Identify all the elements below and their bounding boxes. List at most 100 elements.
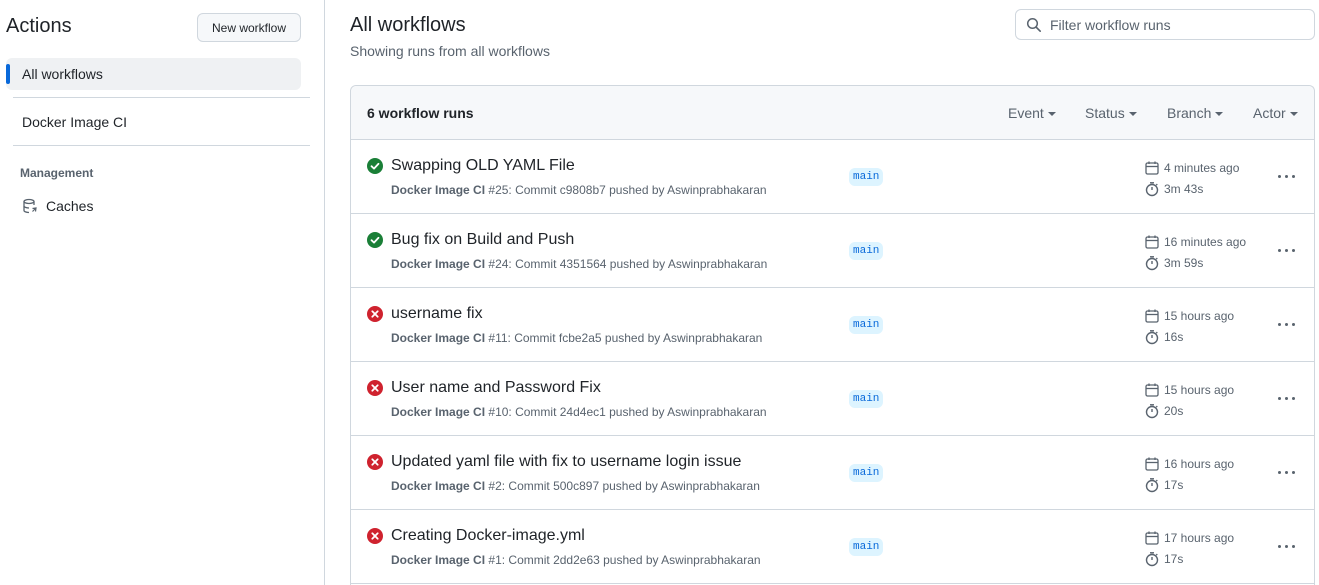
run-duration: 16s xyxy=(1144,329,1183,345)
run-workflow-name: Docker Image CI xyxy=(391,405,486,419)
kebab-menu-icon[interactable] xyxy=(1271,314,1301,334)
sidebar: Actions New workflow All workflows Docke… xyxy=(0,0,325,585)
filter-label: Branch xyxy=(1167,105,1212,121)
filter-label: Actor xyxy=(1253,105,1286,121)
kebab-menu-icon[interactable] xyxy=(1271,536,1301,556)
calendar-icon xyxy=(1145,531,1159,545)
branch-label[interactable]: main xyxy=(849,464,884,482)
sidebar-item-label: Docker Image CI xyxy=(22,114,128,130)
run-workflow-name: Docker Image CI xyxy=(391,479,486,493)
calendar-icon xyxy=(1145,383,1159,397)
stopwatch-icon xyxy=(1145,552,1159,567)
workflow-run-row[interactable]: Creating Docker-image.yml Docker Image CI… xyxy=(351,510,1314,584)
run-timestamp: 16 minutes ago xyxy=(1144,234,1246,250)
calendar-icon xyxy=(1145,235,1159,249)
run-duration: 3m 43s xyxy=(1144,181,1203,197)
run-commit-info: #10: Commit 24d4ec1 pushed by Aswinprabh… xyxy=(488,405,767,419)
stopwatch-icon xyxy=(1145,330,1159,345)
workflow-runs-panel: 6 workflow runs Event Status Branch Acto… xyxy=(350,85,1315,585)
search-input[interactable] xyxy=(1050,16,1300,33)
sidebar-divider xyxy=(13,97,310,98)
run-timestamp: 15 hours ago xyxy=(1144,308,1234,324)
stopwatch-icon xyxy=(1145,404,1159,419)
sidebar-item-caches[interactable]: Caches xyxy=(6,190,301,222)
run-duration: 17s xyxy=(1144,477,1183,493)
sidebar-item-label: Caches xyxy=(46,198,94,214)
run-commit-info: #2: Commit 500c897 pushed by Aswinprabha… xyxy=(488,479,760,493)
run-title[interactable]: Updated yaml file with fix to username l… xyxy=(391,453,741,471)
kebab-menu-icon[interactable] xyxy=(1271,388,1301,408)
run-meta: Docker Image CI #11: Commit fcbe2a5 push… xyxy=(391,331,762,345)
run-timestamp-text: 15 hours ago xyxy=(1164,309,1235,323)
run-meta: Docker Image CI #1: Commit 2dd2e63 pushe… xyxy=(391,553,761,567)
run-workflow-name: Docker Image CI xyxy=(391,553,486,567)
workflow-run-row[interactable]: Bug fix on Build and Push Docker Image CI… xyxy=(351,214,1314,288)
workflow-run-row[interactable]: Updated yaml file with fix to username l… xyxy=(351,436,1314,510)
run-duration: 3m 59s xyxy=(1144,255,1203,271)
workflow-run-row[interactable]: User name and Password Fix Docker Image C… xyxy=(351,362,1314,436)
sidebar-divider xyxy=(13,145,310,146)
run-commit-info: #25: Commit c9808b7 pushed by Aswinprabh… xyxy=(488,183,767,197)
database-icon xyxy=(23,198,37,214)
run-title[interactable]: username fix xyxy=(391,305,483,323)
page-subtitle: Showing runs from all workflows xyxy=(350,43,550,59)
run-title[interactable]: User name and Password Fix xyxy=(391,379,601,397)
stopwatch-icon xyxy=(1145,256,1159,271)
run-meta: Docker Image CI #24: Commit 4351564 push… xyxy=(391,257,767,271)
x-circle-icon xyxy=(367,454,383,470)
filter-branch[interactable]: Branch xyxy=(1167,105,1224,121)
calendar-icon xyxy=(1145,161,1159,175)
filter-status[interactable]: Status xyxy=(1085,105,1137,121)
run-duration: 20s xyxy=(1144,403,1183,419)
sidebar-item-all-workflows[interactable]: All workflows xyxy=(6,58,301,90)
calendar-icon xyxy=(1145,457,1159,471)
run-meta: Docker Image CI #25: Commit c9808b7 push… xyxy=(391,183,767,197)
search-box[interactable] xyxy=(1015,9,1315,40)
run-workflow-name: Docker Image CI xyxy=(391,183,486,197)
run-duration-text: 20s xyxy=(1164,404,1184,418)
run-duration: 17s xyxy=(1144,551,1183,567)
run-duration-text: 3m 59s xyxy=(1164,256,1204,270)
run-title[interactable]: Creating Docker-image.yml xyxy=(391,527,585,545)
search-icon xyxy=(1026,17,1041,32)
chevron-down-icon xyxy=(1047,112,1056,116)
management-heading: Management xyxy=(20,166,94,180)
new-workflow-button[interactable]: New workflow xyxy=(197,13,301,42)
chevron-down-icon xyxy=(1128,112,1137,116)
run-title[interactable]: Bug fix on Build and Push xyxy=(391,231,574,249)
filter-event[interactable]: Event xyxy=(1008,105,1056,121)
page-title: All workflows xyxy=(350,14,466,36)
run-meta: Docker Image CI #2: Commit 500c897 pushe… xyxy=(391,479,760,493)
run-timestamp: 15 hours ago xyxy=(1144,382,1234,398)
stopwatch-icon xyxy=(1145,182,1159,197)
run-workflow-name: Docker Image CI xyxy=(391,257,486,271)
run-duration-text: 17s xyxy=(1164,552,1184,566)
run-count: 6 workflow runs xyxy=(367,105,474,121)
run-duration-text: 17s xyxy=(1164,478,1184,492)
stopwatch-icon xyxy=(1145,478,1159,493)
workflow-run-row[interactable]: username fix Docker Image CI #11: Commit … xyxy=(351,288,1314,362)
run-commit-info: #24: Commit 4351564 pushed by Aswinprabh… xyxy=(488,257,768,271)
branch-label[interactable]: main xyxy=(849,168,884,186)
run-title[interactable]: Swapping OLD YAML File xyxy=(391,157,575,175)
branch-label[interactable]: main xyxy=(849,242,884,260)
kebab-menu-icon[interactable] xyxy=(1271,166,1301,186)
chevron-down-icon xyxy=(1215,112,1224,116)
calendar-icon xyxy=(1145,309,1159,323)
workflow-run-row[interactable]: Swapping OLD YAML File Docker Image CI #2… xyxy=(351,140,1314,214)
kebab-menu-icon[interactable] xyxy=(1271,462,1301,482)
run-workflow-name: Docker Image CI xyxy=(391,331,486,345)
run-meta: Docker Image CI #10: Commit 24d4ec1 push… xyxy=(391,405,767,419)
run-timestamp-text: 4 minutes ago xyxy=(1164,161,1240,175)
filter-actor[interactable]: Actor xyxy=(1253,105,1298,121)
kebab-menu-icon[interactable] xyxy=(1271,240,1301,260)
run-timestamp-text: 16 minutes ago xyxy=(1164,235,1247,249)
sidebar-item-docker-image-ci[interactable]: Docker Image CI xyxy=(6,106,301,138)
x-circle-icon xyxy=(367,380,383,396)
branch-label[interactable]: main xyxy=(849,390,884,408)
runs-header: 6 workflow runs Event Status Branch Acto… xyxy=(351,86,1314,140)
branch-label[interactable]: main xyxy=(849,538,884,556)
run-commit-info: #1: Commit 2dd2e63 pushed by Aswinprabha… xyxy=(488,553,761,567)
run-timestamp-text: 16 hours ago xyxy=(1164,457,1235,471)
branch-label[interactable]: main xyxy=(849,316,884,334)
